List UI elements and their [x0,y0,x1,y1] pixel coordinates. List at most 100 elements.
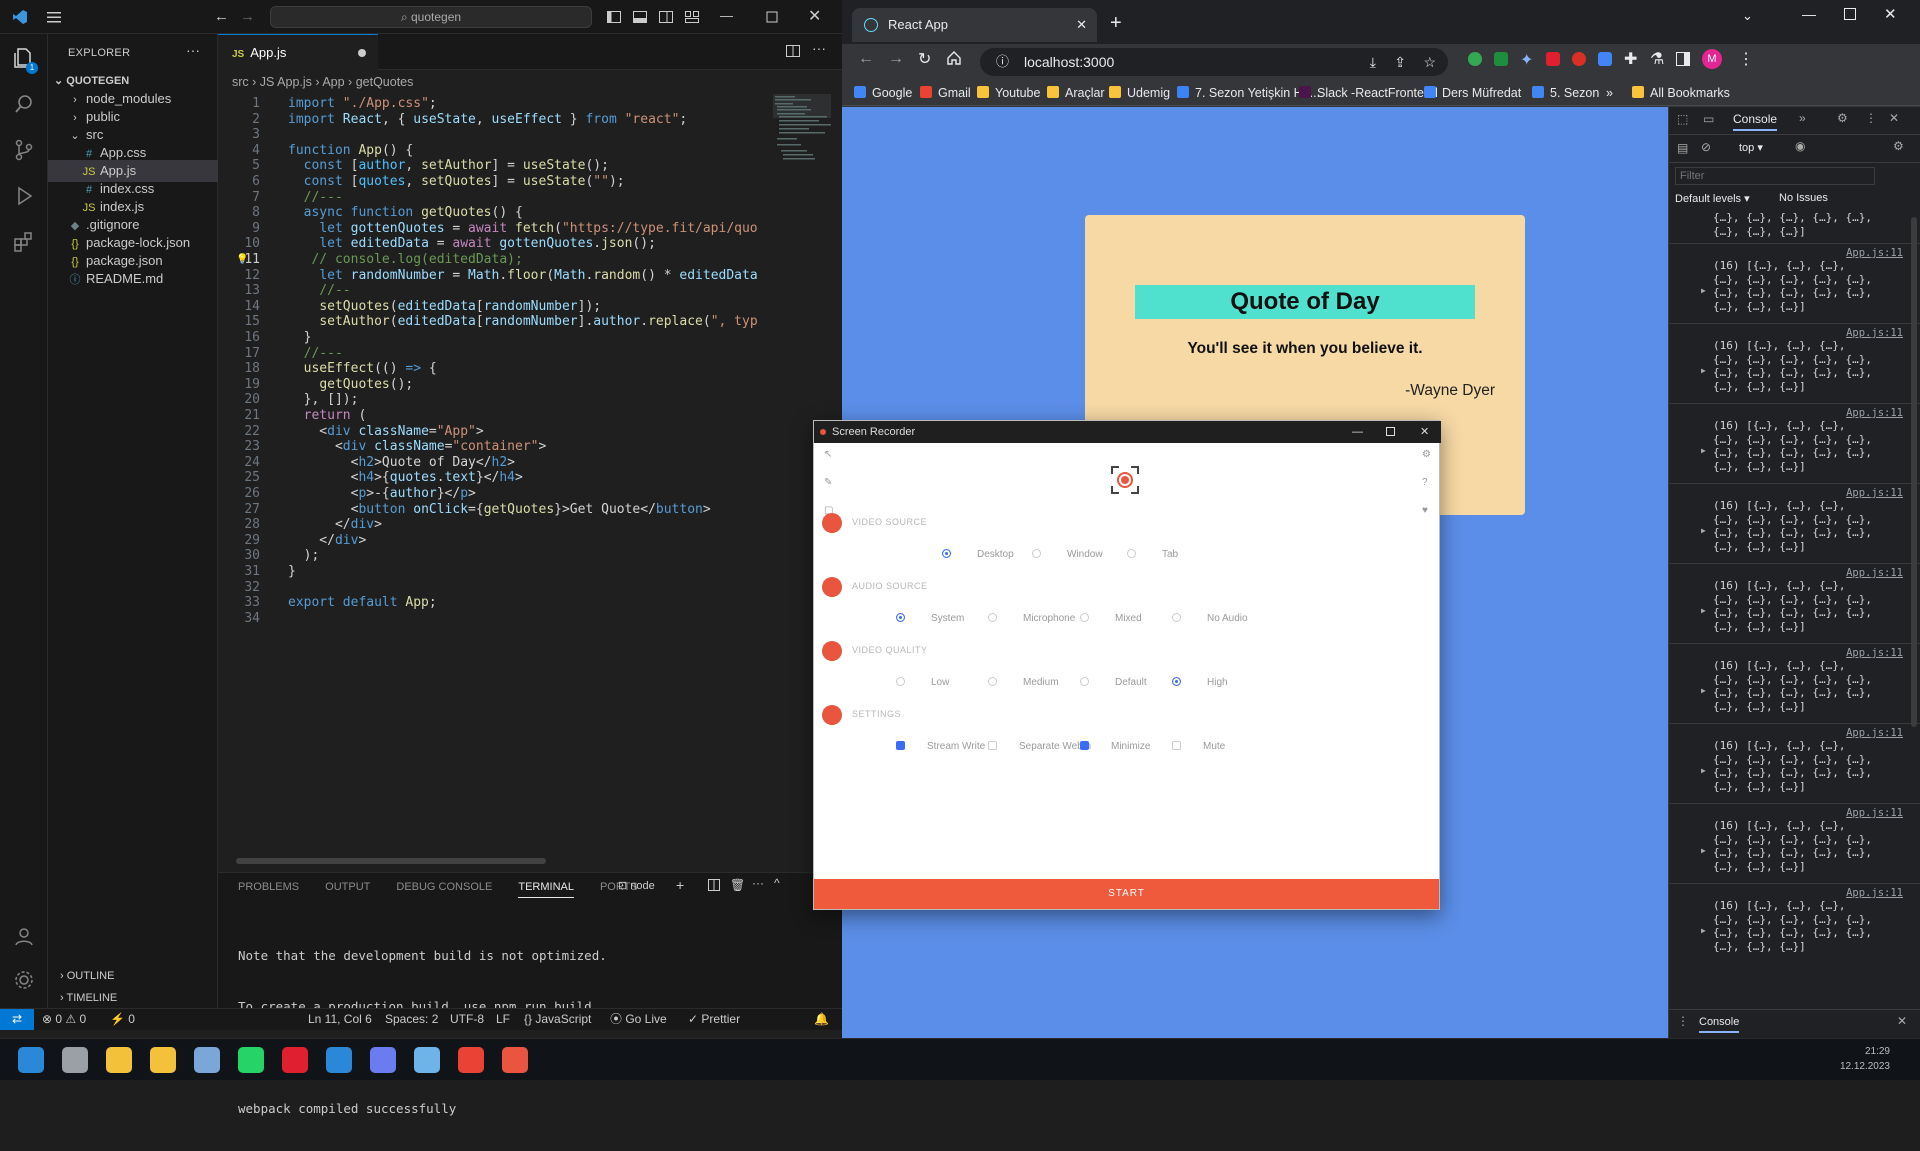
console-log-entry[interactable]: App.js:11(16) [{…}, {…}, {…},{…}, {…}, {… [1669,243,1920,323]
back-icon[interactable]: ← [858,50,874,68]
breadcrumb-item[interactable]: getQuotes [356,75,414,89]
tree-item[interactable]: ⓘREADME.md [48,268,218,290]
toggle-sidebar-icon[interactable] [606,9,622,25]
menu-icon[interactable] [46,9,62,25]
extensions-icon[interactable] [12,230,36,254]
log-source-link[interactable]: App.js:11 [1846,647,1903,659]
bookmark-item[interactable]: Gmail [920,84,971,102]
bookmark-star-icon[interactable]: ☆ [1423,48,1436,76]
terminal-selector[interactable]: ⊡ node [618,879,655,892]
status-language[interactable]: {} JavaScript [524,1009,591,1030]
close-icon[interactable]: ✕ [808,9,824,25]
radio-button[interactable] [1032,549,1041,558]
explorer-more-icon[interactable]: ··· [186,42,200,58]
home-icon[interactable] [946,50,962,66]
tab-output[interactable]: OUTPUT [325,881,370,893]
radio-button[interactable] [1080,677,1089,686]
outline-toggle[interactable]: › OUTLINE [60,970,114,982]
opera-icon[interactable] [282,1047,308,1073]
expand-arrow-icon[interactable]: ▶ [1701,606,1706,615]
tab-close-icon[interactable]: ✕ [1076,8,1087,42]
checkbox-option[interactable]: Mute [1172,741,1225,752]
drawer-more-icon[interactable]: ⋮ [1677,1014,1689,1028]
console-log-entry[interactable]: App.js:11(16) [{…}, {…}, {…},{…}, {…}, {… [1669,483,1920,563]
minimize-icon[interactable]: — [720,9,736,25]
radio-button[interactable] [988,677,997,686]
radio-button[interactable] [896,613,905,622]
whatsapp-icon[interactable] [238,1047,264,1073]
live-expression-eye-icon[interactable]: ◉ [1795,139,1805,153]
log-source-link[interactable]: App.js:11 [1846,807,1903,819]
record-extension-icon[interactable] [1572,52,1586,66]
pen-icon[interactable]: ✎ [824,477,832,488]
log-source-link[interactable]: App.js:11 [1846,407,1903,419]
install-app-icon[interactable]: ⤓ [1370,48,1376,76]
status-spaces[interactable]: Spaces: 2 [385,1009,438,1030]
breadcrumb-item[interactable]: JS App.js [260,75,312,89]
new-tab-icon[interactable]: + [1110,12,1122,34]
file-manager-icon[interactable] [62,1047,88,1073]
context-selector[interactable]: top ▾ [1739,141,1763,154]
console-filter-input[interactable] [1675,167,1875,185]
bookmark-item[interactable]: Ders Müfredat [1424,84,1521,102]
recorder-side-icon[interactable]: ↖ [824,449,832,460]
sidebar-toggle-icon[interactable]: ▤ [1677,141,1688,155]
issues-counter[interactable]: No Issues [1779,192,1828,204]
terminal-output[interactable]: Note that the development build is not o… [238,913,607,1151]
tab-react-app[interactable]: React App ✕ [852,8,1097,42]
bookmark-item[interactable]: 5. Sezon [1532,84,1599,102]
reload-icon[interactable]: ↻ [918,49,931,69]
gemini-icon[interactable]: ✦ [1520,50,1533,70]
status-errors[interactable]: ⊗ 0 ⚠ 0 [42,1009,86,1030]
radio-button[interactable] [1127,549,1136,558]
recorder-gear-icon[interactable]: ⚙ [1422,449,1431,460]
toggle-panel-icon[interactable] [632,9,648,25]
translate-icon[interactable] [1598,52,1612,66]
accounts-icon[interactable] [12,924,36,948]
forward-icon[interactable]: → [888,50,904,68]
status-golive[interactable]: ⦿ Go Live [610,1009,667,1030]
notepad-icon[interactable] [194,1047,220,1073]
chrome-close-icon[interactable]: ✕ [1884,5,1897,23]
run-debug-icon[interactable] [12,184,36,208]
devtools-more-icon[interactable]: ⋮ [1865,111,1877,125]
log-source-link[interactable]: App.js:11 [1846,487,1903,499]
checkbox[interactable] [988,741,997,750]
checkbox[interactable] [1172,741,1181,750]
toggle-secondary-sidebar-icon[interactable] [658,9,674,25]
console-log-entry[interactable]: App.js:11(16) [{…}, {…}, {…},{…}, {…}, {… [1669,403,1920,483]
checkbox-option[interactable]: Minimize [1080,741,1150,752]
checkbox-option[interactable]: Separate Webm [988,741,1091,752]
chrome-maximize-icon[interactable] [1844,8,1856,20]
recorder-heart-icon[interactable]: ♥ [1422,505,1428,516]
device-toggle-icon[interactable]: ▭ [1703,112,1714,126]
expand-arrow-icon[interactable]: ▶ [1701,686,1706,695]
tab-search-icon[interactable]: ⌄ [1742,8,1753,24]
log-source-link[interactable]: App.js:11 [1846,727,1903,739]
manage-gear-icon[interactable] [12,968,36,992]
radio-button[interactable] [988,613,997,622]
source-control-icon[interactable] [12,138,36,162]
log-source-link[interactable]: App.js:11 [1846,247,1903,259]
bookmark-item[interactable]: Araçlar [1047,84,1105,102]
radio-button[interactable] [896,677,905,686]
bookmark-item[interactable]: Google [854,84,912,102]
share-icon[interactable]: ⇪ [1394,48,1406,76]
recorder-maximize-icon[interactable] [1386,427,1395,436]
status-prettier[interactable]: ✓ Prettier [688,1009,740,1030]
chrome-minimize-icon[interactable]: — [1802,6,1816,22]
devtools-settings-icon[interactable]: ⚙ [1837,111,1848,125]
minimap[interactable] [773,94,831,174]
tab-console[interactable]: Console [1733,112,1777,131]
expand-arrow-icon[interactable]: ▶ [1701,926,1706,935]
devtools-close-icon[interactable]: ✕ [1889,111,1899,125]
breadcrumb-item[interactable]: src [232,75,249,89]
console-log-entry[interactable]: App.js:11(16) [{…}, {…}, {…},{…}, {…}, {… [1669,723,1920,803]
discord-like-icon[interactable] [370,1047,396,1073]
radio-option[interactable]: Window [1032,549,1103,560]
extension-icon[interactable] [1494,52,1508,66]
log-levels-dropdown[interactable]: Default levels ▾ [1675,192,1750,205]
log-source-link[interactable]: App.js:11 [1846,887,1903,899]
radio-option[interactable]: Low [896,677,949,688]
radio-option[interactable]: High [1172,677,1228,688]
